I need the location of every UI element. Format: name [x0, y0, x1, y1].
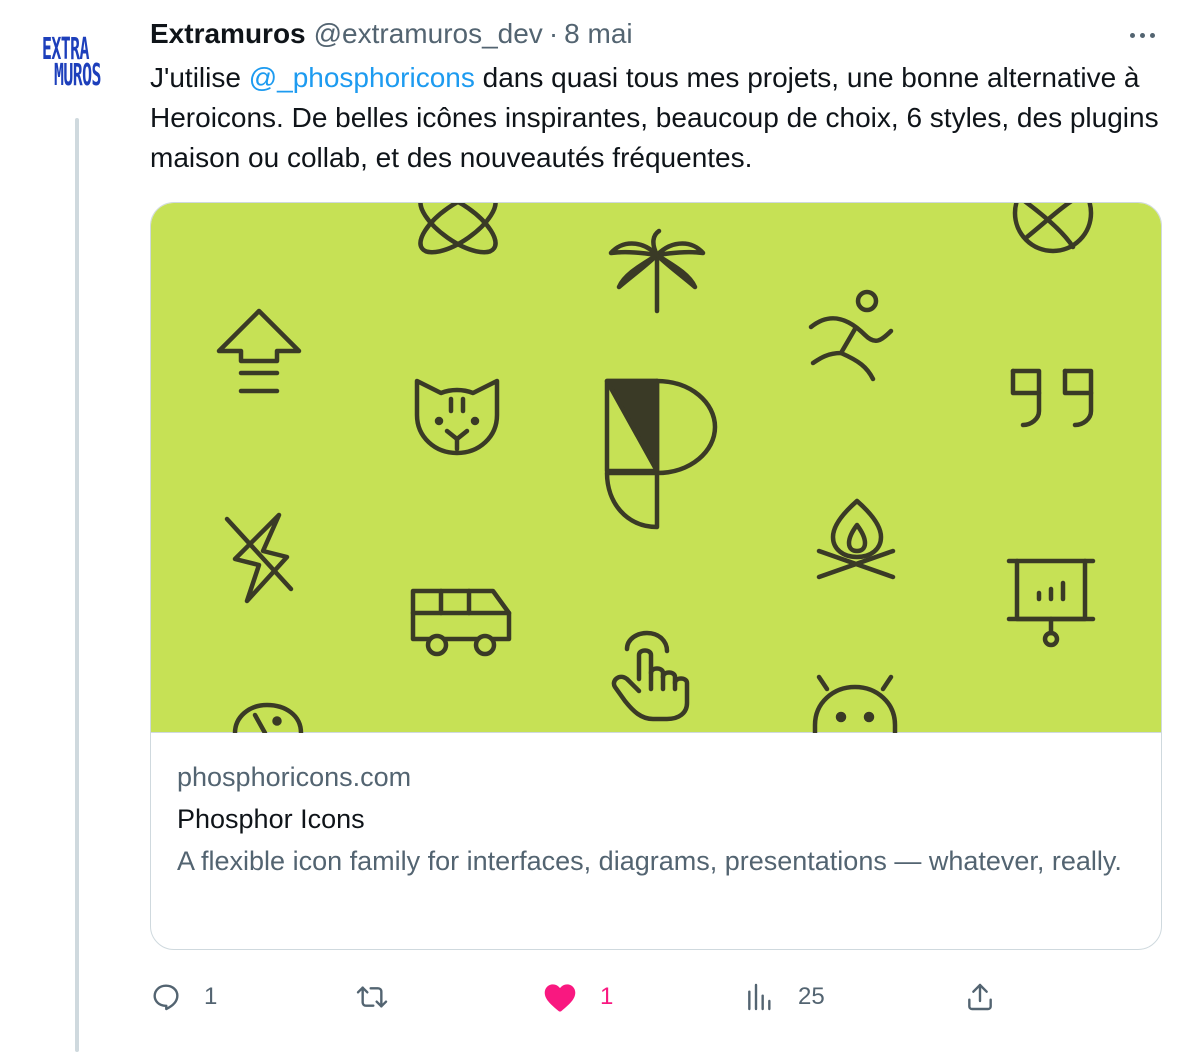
share-button[interactable]	[964, 972, 996, 1022]
mention-link[interactable]: @_phosphoricons	[249, 62, 475, 93]
campfire-icon	[816, 498, 896, 580]
more-dot-icon	[1149, 32, 1155, 38]
like-count: 1	[600, 983, 614, 1010]
lightning-slash-icon	[224, 512, 294, 604]
author-handle[interactable]: @extramuros_dev	[314, 18, 543, 50]
reply-icon	[153, 984, 179, 1011]
link-preview-card[interactable]: phosphoricons.com Phosphor Icons A flexi…	[150, 202, 1162, 950]
heart-filled-icon	[544, 984, 576, 1012]
views-count: 25	[798, 983, 825, 1010]
card-description: A flexible icon family for interfaces, d…	[177, 846, 1122, 876]
share-upload-icon	[968, 983, 992, 1011]
phosphor-logo-icon	[604, 378, 718, 530]
tweet-text: J'utilise @_phosphoricons dans quasi tou…	[150, 58, 1170, 178]
card-title: Phosphor Icons	[177, 804, 365, 834]
hand-tap-icon	[611, 630, 690, 722]
separator-dot: ·	[548, 18, 559, 49]
retweet-icon	[356, 986, 388, 1008]
arrow-fat-lines-up-icon	[216, 308, 302, 394]
bird-icon	[232, 702, 304, 733]
like-button[interactable]: 1	[542, 972, 613, 1022]
reply-count: 1	[204, 983, 218, 1010]
person-running-icon	[808, 289, 894, 382]
views-chart-icon	[748, 983, 771, 1011]
basketball-icon	[1012, 203, 1094, 254]
more-options-button[interactable]	[1122, 20, 1162, 50]
card-meta: phosphoricons.com Phosphor Icons A flexi…	[177, 757, 1137, 881]
atom-icon	[418, 203, 498, 255]
retweet-button[interactable]	[354, 972, 412, 1022]
more-dot-icon	[1129, 32, 1135, 38]
card-domain: phosphoricons.com	[177, 762, 412, 792]
palm-tree-icon	[608, 228, 706, 314]
presentation-chart-icon	[1006, 558, 1096, 648]
thread-line	[75, 118, 79, 1052]
van-icon	[410, 588, 512, 657]
quotes-icon	[1010, 368, 1094, 428]
author-name[interactable]: Extramuros	[150, 18, 306, 50]
tweet-date[interactable]: 8 mai	[564, 18, 632, 50]
card-image[interactable]	[151, 203, 1161, 733]
tweet-text-start: J'utilise	[150, 62, 249, 93]
avatar-text-line2: MUROS	[54, 58, 101, 93]
tweet-actions: 1 1 25	[0, 972, 1194, 1022]
cat-icon	[414, 378, 500, 456]
reply-button[interactable]: 1	[150, 972, 217, 1022]
views-button[interactable]: 25	[744, 972, 825, 1022]
more-dot-icon	[1139, 32, 1145, 38]
android-logo-icon	[812, 674, 898, 733]
tweet-header: Extramuros @extramuros_dev · 8 mai	[150, 16, 633, 52]
avatar[interactable]: EXTRA MUROS	[38, 32, 118, 102]
